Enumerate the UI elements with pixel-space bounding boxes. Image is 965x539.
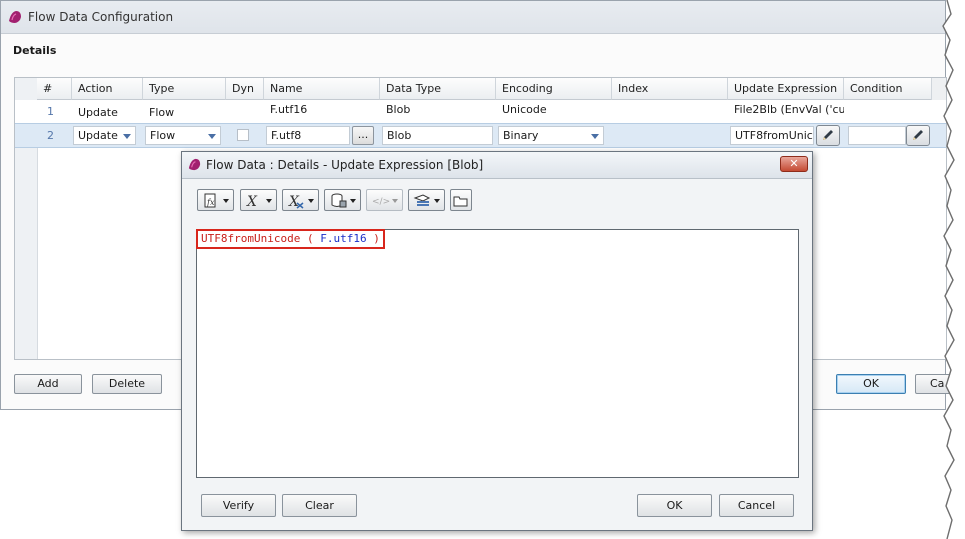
edit-condition-button[interactable] xyxy=(906,125,930,146)
dyn-checkbox[interactable] xyxy=(237,129,249,141)
chevron-down-icon xyxy=(434,199,440,203)
expression-editor[interactable]: UTF8fromUnicode ( F.utf16 ) xyxy=(196,229,799,478)
data-type-field[interactable]: Blob xyxy=(382,126,493,145)
edit-update-expression-button[interactable] xyxy=(816,125,840,146)
dialog-title-bar: Flow Data : Details - Update Expression … xyxy=(182,152,812,179)
insert-tag-button[interactable]: </> xyxy=(366,189,403,211)
dialog-cancel-button[interactable]: Cancel xyxy=(719,494,794,517)
table-row[interactable]: 2 Update Flow F.utf8 ... Blob Binary UTF… xyxy=(15,123,946,148)
column-header-condition[interactable]: Condition xyxy=(844,78,934,100)
dialog-ok-button[interactable]: OK xyxy=(637,494,712,517)
chevron-down-icon xyxy=(392,199,398,203)
cell-index[interactable] xyxy=(612,124,728,147)
cell-update-expression[interactable]: File2Blb (EnvVal ('cur xyxy=(728,98,844,121)
insert-database-button[interactable] xyxy=(324,189,361,211)
torn-edge-decoration xyxy=(942,0,965,539)
cell-name[interactable]: F.utf16 xyxy=(264,98,380,121)
type-dropdown-value: Flow xyxy=(150,129,176,142)
column-header-encoding[interactable]: Encoding xyxy=(496,78,612,100)
svg-text:X: X xyxy=(246,194,258,209)
variable-clear-icon: X xyxy=(288,194,304,209)
chevron-down-icon xyxy=(123,134,131,139)
code-tag-icon: </> xyxy=(372,197,390,207)
close-icon: ✕ xyxy=(789,157,799,170)
list-icon xyxy=(413,194,431,206)
column-header-dyn[interactable]: Dyn xyxy=(226,78,264,100)
insert-function-button[interactable]: fx xyxy=(197,189,234,211)
action-dropdown[interactable]: Update xyxy=(73,126,136,145)
folder-icon xyxy=(453,196,468,207)
app-icon xyxy=(188,158,201,171)
cell-index[interactable] xyxy=(612,100,728,123)
expression-argument: F.utf16 xyxy=(320,232,367,245)
chevron-down-icon xyxy=(223,199,229,203)
update-expression-field[interactable]: UTF8fromUnicode xyxy=(730,126,814,145)
column-header-action[interactable]: Action xyxy=(72,78,143,100)
encoding-dropdown[interactable]: Binary xyxy=(498,126,604,145)
update-expression-dialog: Flow Data : Details - Update Expression … xyxy=(181,151,813,531)
chevron-down-icon xyxy=(266,199,272,203)
close-button[interactable]: ✕ xyxy=(780,156,808,172)
verify-button[interactable]: Verify xyxy=(201,494,276,517)
variable-icon: X xyxy=(246,194,258,209)
database-icon xyxy=(331,193,347,208)
expression-close-paren: ) xyxy=(373,232,380,245)
chevron-down-icon xyxy=(350,199,356,203)
window-title: Flow Data Configuration xyxy=(28,10,174,24)
cell-condition[interactable] xyxy=(844,100,934,123)
svg-text:</>: </> xyxy=(372,197,390,207)
app-icon xyxy=(9,11,21,23)
insert-variable-button[interactable]: X xyxy=(240,189,277,211)
cell-encoding[interactable]: Unicode xyxy=(496,98,612,121)
pencil-icon xyxy=(823,130,833,140)
open-folder-button[interactable] xyxy=(450,189,472,211)
cell-data-type[interactable]: Blob xyxy=(380,98,496,121)
type-dropdown[interactable]: Flow xyxy=(145,126,221,145)
function-icon: fx xyxy=(204,193,216,208)
cell-type[interactable]: Flow xyxy=(143,101,226,124)
svg-text:fx: fx xyxy=(206,198,215,207)
add-button[interactable]: Add xyxy=(14,374,82,394)
ok-button[interactable]: OK xyxy=(836,374,906,394)
chevron-down-icon xyxy=(591,134,599,139)
expression-open-paren: ( xyxy=(306,232,314,245)
chevron-down-icon xyxy=(308,199,314,203)
column-header-data-type[interactable]: Data Type xyxy=(380,78,496,100)
insert-field-button[interactable]: X xyxy=(282,189,319,211)
name-browse-button[interactable]: ... xyxy=(352,126,374,145)
expression-function: UTF8fromUnicode xyxy=(201,232,301,245)
encoding-dropdown-value: Binary xyxy=(503,129,539,142)
condition-field[interactable] xyxy=(848,126,906,145)
column-header-number[interactable]: # xyxy=(37,78,72,100)
row-number: 2 xyxy=(47,129,54,142)
column-header-update-expression[interactable]: Update Expression xyxy=(728,78,844,100)
table-row[interactable]: 1 Update Flow F.utf16 Blob Unicode File2… xyxy=(15,100,946,123)
action-dropdown-value: Update xyxy=(78,129,118,142)
insert-list-button[interactable] xyxy=(408,189,445,211)
dialog-title: Flow Data : Details - Update Expression … xyxy=(206,158,484,172)
expression-highlight: UTF8fromUnicode ( F.utf16 ) xyxy=(196,229,385,249)
column-header-name[interactable]: Name xyxy=(264,78,380,100)
name-field[interactable]: F.utf8 xyxy=(266,126,350,145)
details-section-label: Details xyxy=(13,44,57,57)
pencil-icon xyxy=(913,130,923,140)
chevron-down-icon xyxy=(208,134,216,139)
cell-action[interactable]: Update xyxy=(72,101,143,124)
column-header-type[interactable]: Type xyxy=(143,78,226,100)
delete-button[interactable]: Delete xyxy=(92,374,162,394)
column-header-index[interactable]: Index xyxy=(612,78,728,100)
clear-button[interactable]: Clear xyxy=(282,494,357,517)
row-number: 1 xyxy=(47,105,54,118)
window-title-bar: Flow Data Configuration xyxy=(1,1,945,34)
